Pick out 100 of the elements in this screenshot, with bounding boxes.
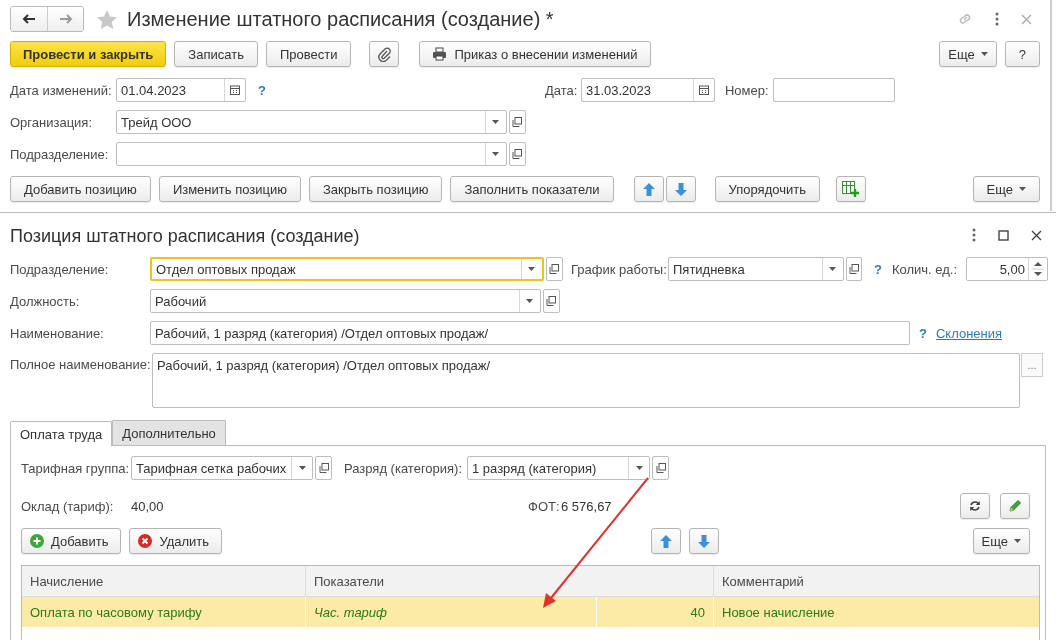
- field-label: Полное наименование:: [10, 356, 152, 372]
- open-button[interactable]: [508, 142, 526, 166]
- window-title: Позиция штатного расписания (создание): [10, 225, 360, 247]
- caret-icon: [980, 52, 988, 56]
- link-icon: [957, 11, 973, 27]
- field-label: Дата изменений:: [10, 82, 113, 98]
- delete-button[interactable]: Удалить: [129, 528, 223, 554]
- field-label: Оклад (тариф):: [21, 498, 115, 514]
- field-label: Разряд (категория):: [344, 460, 464, 476]
- calendar-icon: [698, 85, 709, 95]
- caret-icon: [526, 299, 534, 303]
- window-icon: [655, 463, 666, 473]
- open-button[interactable]: [652, 456, 669, 480]
- window-title: Изменение штатного расписания (создание) *: [127, 7, 554, 31]
- add-button[interactable]: Добавить: [21, 528, 122, 554]
- select-button[interactable]: ...: [1021, 353, 1043, 377]
- more-icon: [972, 228, 976, 242]
- field-label: Организация:: [10, 114, 94, 130]
- field-label: Тарифная группа:: [21, 460, 131, 476]
- delete-icon: [138, 534, 153, 548]
- window-icon: [848, 264, 859, 274]
- open-button[interactable]: [542, 289, 560, 313]
- tab[interactable]: Дополнительно: [112, 420, 226, 445]
- number-field[interactable]: [772, 78, 895, 102]
- table-add-icon: [842, 181, 860, 197]
- window-icon: [512, 117, 523, 127]
- window-icon: [318, 463, 329, 473]
- column-header: Комментарий: [721, 572, 805, 591]
- more-button[interactable]: Еще: [972, 176, 1040, 202]
- refresh-button[interactable]: [960, 493, 990, 519]
- name-field[interactable]: Рабочий, 1 разряд (категория) /Отдел оптовых продаж/: [150, 321, 910, 345]
- organization-field[interactable]: Трейд ООО: [116, 110, 507, 134]
- up-arrow-icon: [660, 534, 673, 548]
- field-label: Наименование:: [10, 325, 105, 341]
- window-icon: [549, 264, 560, 274]
- attach-button[interactable]: [369, 41, 400, 67]
- table-cell: Оплата по часовому тарифу: [22, 597, 306, 627]
- schedule-field[interactable]: Пятидневка: [668, 257, 844, 281]
- caret-icon: [492, 120, 500, 124]
- plus-circle-icon: [30, 534, 44, 548]
- field-label: График работы:: [571, 261, 668, 277]
- position-field[interactable]: Рабочий: [150, 289, 541, 313]
- table-cell: 40: [597, 597, 714, 627]
- table-row[interactable]: Оплата по часовому тарифу Час. тариф 40 Новое начисление: [22, 597, 1039, 627]
- field-label: Дата:: [544, 82, 579, 98]
- help-link[interactable]: ?: [258, 82, 266, 98]
- toolbar-button[interactable]: ?: [1004, 41, 1040, 67]
- toolbar-button[interactable]: Заполнить показатели: [450, 176, 614, 202]
- grade-field[interactable]: 1 разряд (категория): [467, 456, 651, 480]
- toolbar-button[interactable]: Изменить позицию: [158, 176, 301, 202]
- open-button[interactable]: [545, 257, 563, 281]
- toolbar-button[interactable]: Упорядочить: [714, 176, 820, 202]
- refresh-icon: [969, 500, 981, 512]
- move-up-button[interactable]: [651, 528, 682, 554]
- table-cell-text: Новое начисление: [721, 603, 836, 622]
- paperclip-icon: [377, 46, 392, 62]
- back-button[interactable]: [11, 7, 47, 31]
- up-arrow-icon: [642, 182, 655, 196]
- spin-arrows-icon: [1027, 258, 1047, 280]
- print-button[interactable]: Приказ о внесении изменений: [419, 41, 651, 67]
- payroll-value: 6 576,67: [561, 498, 612, 514]
- toolbar-button[interactable]: Добавить позицию: [10, 176, 151, 202]
- toolbar-button[interactable]: Провести: [265, 41, 352, 67]
- close-icon: [1021, 13, 1032, 25]
- move-down-button[interactable]: [665, 176, 696, 202]
- close-icon: [1031, 229, 1042, 241]
- declensions-link[interactable]: Склонения: [935, 325, 1003, 341]
- caret-icon: [829, 267, 837, 271]
- field-label: Колич. ед.:: [891, 261, 959, 277]
- date-field[interactable]: 31.03.2023: [580, 78, 715, 102]
- edit-button[interactable]: [1000, 493, 1030, 519]
- move-up-button[interactable]: [633, 176, 664, 202]
- help-link[interactable]: ?: [874, 261, 882, 277]
- toolbar-button[interactable]: Закрыть позицию: [308, 176, 443, 202]
- window-icon: [512, 149, 523, 159]
- field-label: Номер:: [724, 82, 770, 98]
- full-name-field[interactable]: Рабочий, 1 разряд (категория) /Отдел оптовых продаж/: [152, 353, 1020, 408]
- forward-arrow-icon: [58, 14, 73, 24]
- caret-icon: [492, 152, 500, 156]
- department-field[interactable]: [116, 142, 507, 166]
- open-button[interactable]: [315, 456, 332, 480]
- pencil-icon: [1008, 499, 1022, 513]
- open-button[interactable]: [845, 257, 862, 281]
- tab[interactable]: Оплата труда: [10, 421, 113, 446]
- more-button[interactable]: Еще: [939, 41, 997, 67]
- open-button[interactable]: [508, 110, 526, 134]
- down-arrow-icon: [674, 182, 687, 196]
- department-field[interactable]: Отдел оптовых продаж: [150, 257, 544, 281]
- toolbar-button[interactable]: Записать: [174, 41, 258, 67]
- tariff-group-field[interactable]: Тарифная сетка рабочих: [131, 456, 314, 480]
- back-arrow-icon: [22, 14, 36, 24]
- date-field[interactable]: 01.04.2023: [116, 78, 246, 102]
- move-down-button[interactable]: [689, 528, 720, 554]
- add-table-button[interactable]: [835, 176, 866, 202]
- maximize-icon: [998, 229, 1009, 241]
- down-arrow-icon: [698, 534, 711, 548]
- help-link[interactable]: ?: [919, 325, 927, 341]
- quantity-field[interactable]: 5,00: [965, 257, 1048, 281]
- post-and-close-button[interactable]: Провести и закрыть: [10, 41, 167, 67]
- more-button[interactable]: Еще: [972, 528, 1030, 554]
